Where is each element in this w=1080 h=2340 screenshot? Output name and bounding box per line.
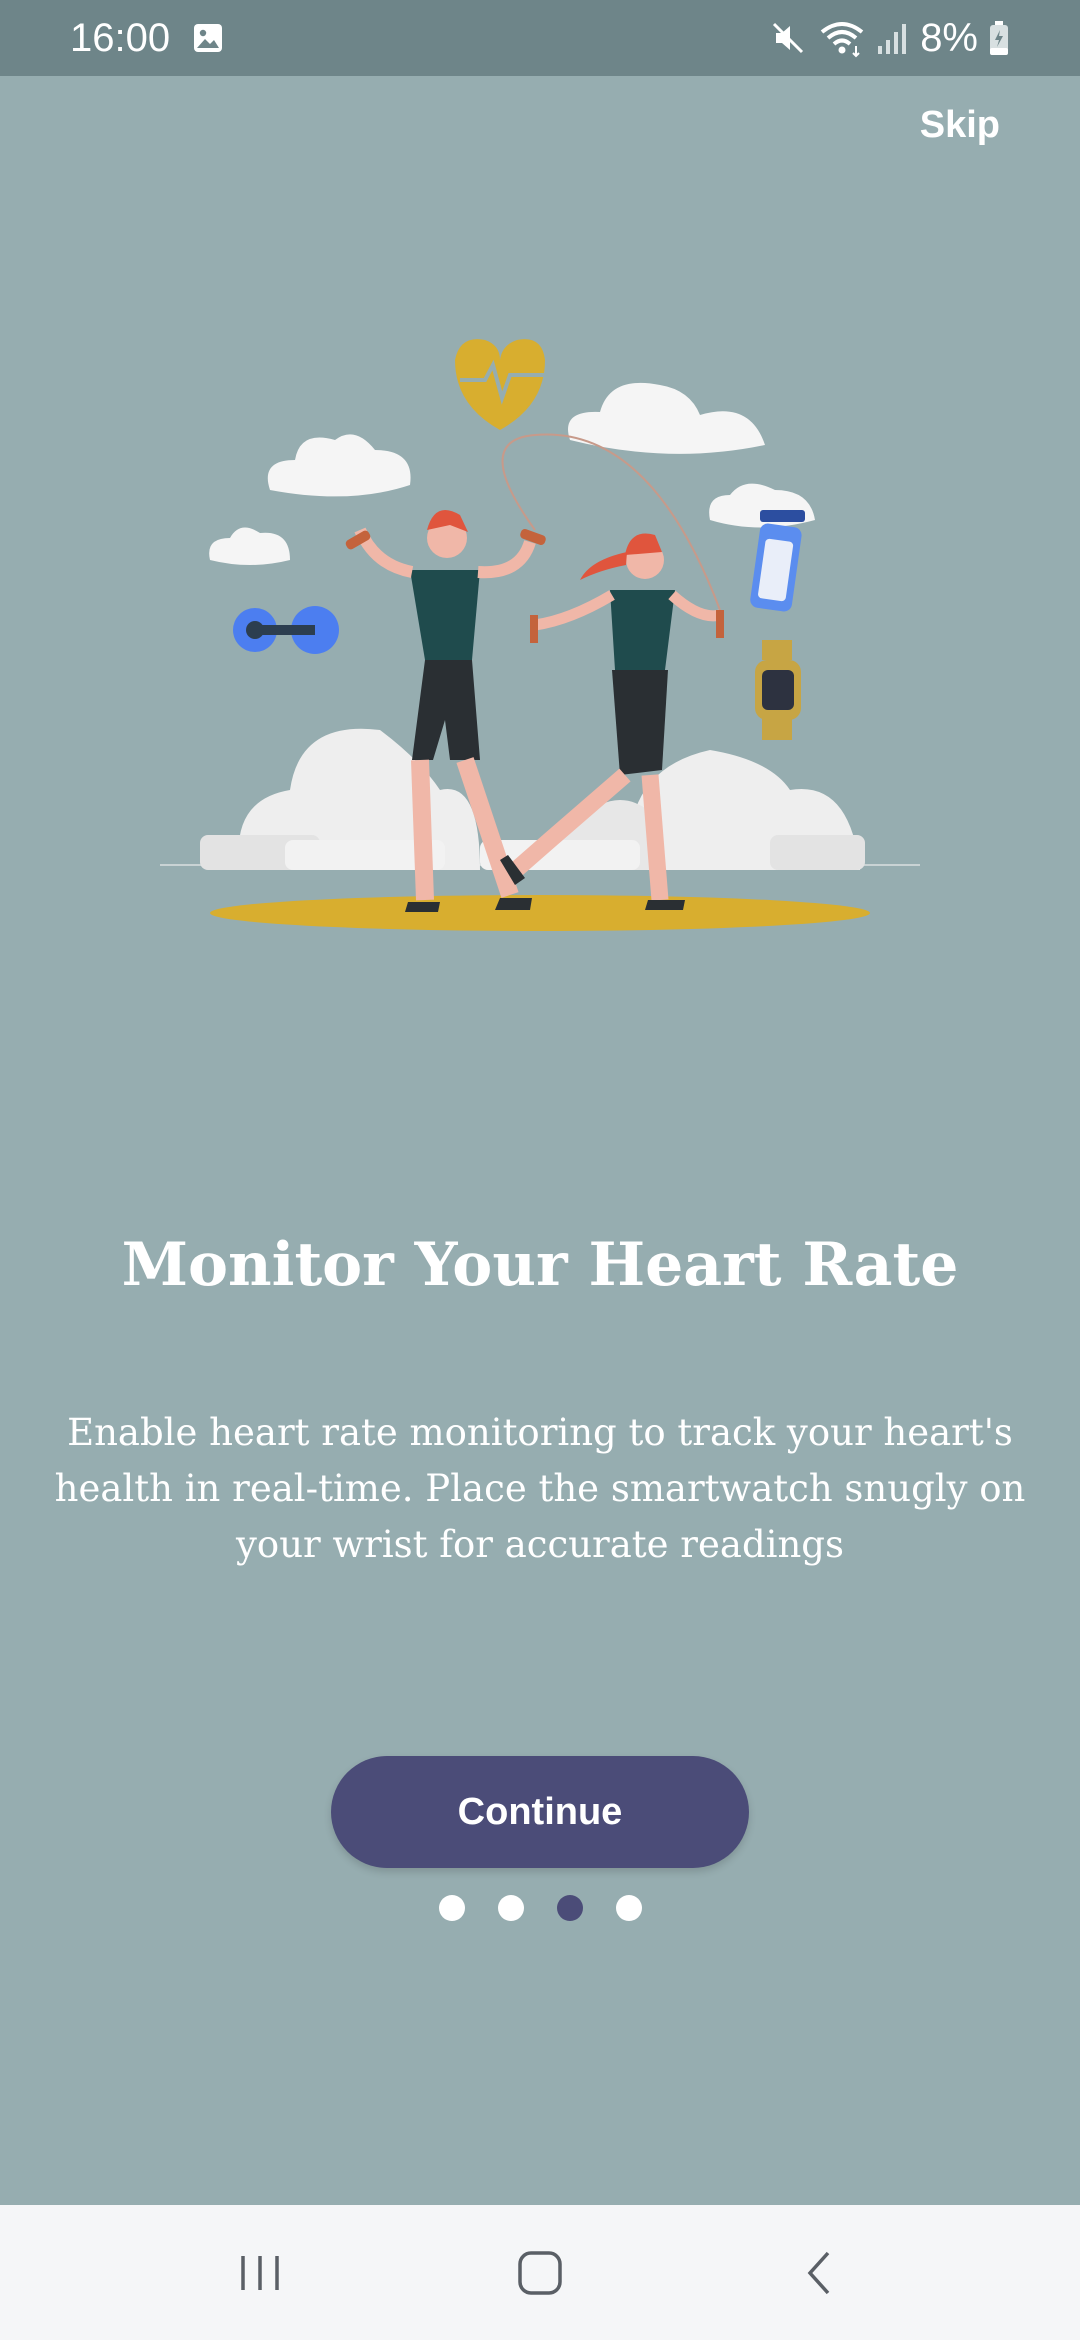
status-time: 16:00 — [70, 15, 171, 60]
image-icon — [192, 22, 224, 54]
mute-icon — [768, 18, 808, 58]
back-icon[interactable] — [760, 2223, 880, 2323]
signal-icon — [876, 20, 910, 56]
status-right: 8% — [768, 16, 1010, 61]
pagination-dots — [0, 1895, 1080, 1923]
battery-percentage: 8% — [920, 15, 978, 60]
home-icon[interactable] — [480, 2223, 600, 2323]
skip-button[interactable]: Skip — [920, 100, 1000, 151]
status-left: 16:00 — [70, 16, 224, 61]
recent-apps-icon[interactable] — [200, 2223, 320, 2323]
page-dot[interactable] — [497, 1895, 524, 1921]
system-nav-bar — [0, 2205, 1080, 2340]
page-dot[interactable] — [615, 1895, 642, 1921]
onboarding-description: Enable heart rate monitoring to track yo… — [54, 1411, 1026, 1566]
page-dot-active[interactable] — [556, 1895, 583, 1921]
fitness-couple-illustration — [150, 320, 930, 950]
continue-button[interactable]: Continue — [331, 1756, 749, 1868]
onboarding-title: Monitor Your Heart Rate — [121, 1230, 959, 1300]
battery-icon — [988, 20, 1010, 56]
page-dot[interactable] — [438, 1895, 465, 1921]
wifi-icon — [818, 18, 866, 58]
status-bar: 16:00 8% — [0, 0, 1080, 76]
